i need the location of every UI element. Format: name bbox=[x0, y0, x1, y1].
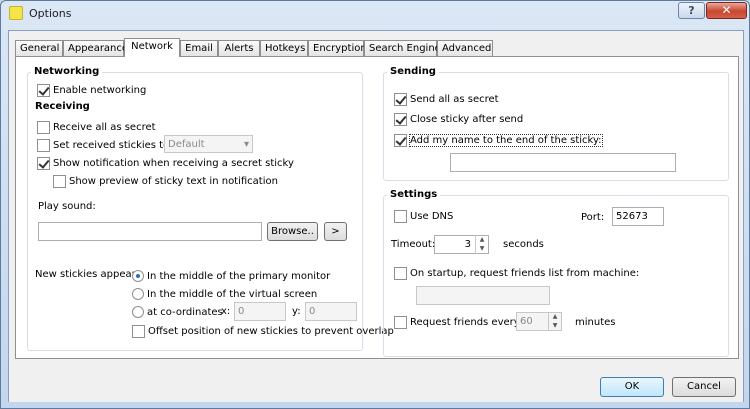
y-coordinate-input[interactable]: 0 bbox=[305, 302, 357, 321]
checkbox-label: Show notification when receiving a secre… bbox=[53, 157, 294, 169]
checkbox-label: Request friends every bbox=[410, 316, 520, 328]
radio-coordinates[interactable]: at co-ordinates bbox=[132, 305, 223, 319]
checkbox-box[interactable] bbox=[37, 83, 50, 97]
received-stickies-select[interactable]: Default ▾ bbox=[164, 135, 253, 153]
request-interval-spinner[interactable]: ▲ ▼ bbox=[548, 312, 561, 331]
checkbox-label: Offset position of new stickies to preve… bbox=[148, 325, 394, 337]
show-preview-checkbox[interactable]: Show preview of sticky text in notificat… bbox=[53, 174, 278, 188]
checkbox-label: Send all as secret bbox=[410, 93, 499, 105]
window-title: Options bbox=[29, 7, 72, 20]
dialog-client: General Appearance Network Email Alerts … bbox=[8, 30, 744, 402]
checkbox-box[interactable] bbox=[37, 138, 50, 152]
timeout-spinner[interactable]: ▲ ▼ bbox=[475, 235, 488, 254]
use-dns-checkbox[interactable]: Use DNS bbox=[394, 209, 453, 223]
tab-alerts[interactable]: Alerts bbox=[218, 40, 260, 56]
settings-group-title: Settings bbox=[387, 189, 441, 201]
checkbox-label: Add my name to the end of the sticky: bbox=[409, 133, 603, 147]
title-bar[interactable]: Options ? ✕ bbox=[1, 1, 749, 27]
radio-button[interactable] bbox=[132, 288, 144, 300]
networking-group-title: Networking bbox=[31, 66, 103, 78]
offset-position-checkbox[interactable]: Offset position of new stickies to preve… bbox=[132, 324, 394, 338]
tab-encryption[interactable]: Encryption bbox=[308, 40, 367, 56]
spin-up-icon[interactable]: ▲ bbox=[476, 235, 488, 244]
tab-advanced[interactable]: Advanced bbox=[437, 40, 493, 56]
tab-search-engines[interactable]: Search Engines bbox=[364, 40, 446, 56]
radio-label: at co-ordinates bbox=[147, 306, 223, 318]
timeout-label: Timeout: bbox=[391, 239, 436, 250]
show-notification-checkbox[interactable]: Show notification when receiving a secre… bbox=[37, 156, 294, 170]
radio-label: In the middle of the virtual screen bbox=[147, 288, 318, 300]
receive-all-secret-checkbox[interactable]: Receive all as secret bbox=[37, 120, 156, 134]
ok-button[interactable]: OK bbox=[600, 377, 664, 397]
set-received-stickies-checkbox[interactable]: Set received stickies to bbox=[37, 138, 169, 152]
request-interval-input[interactable]: 60 ▲ ▼ bbox=[516, 312, 562, 331]
enable-networking-checkbox[interactable]: Enable networking bbox=[37, 83, 146, 97]
request-friends-checkbox[interactable]: Request friends every bbox=[394, 315, 520, 329]
close-button[interactable]: ✕ bbox=[706, 2, 747, 19]
tab-email[interactable]: Email bbox=[180, 40, 218, 56]
checkbox-label: Use DNS bbox=[410, 210, 454, 222]
checkbox-box[interactable] bbox=[394, 133, 407, 147]
radio-button[interactable] bbox=[132, 270, 144, 282]
my-name-input[interactable] bbox=[450, 153, 676, 172]
network-tab-panel: Networking Enable networking Receiving R… bbox=[15, 56, 739, 359]
checkbox-box[interactable] bbox=[394, 266, 407, 280]
tab-network[interactable]: Network bbox=[124, 38, 180, 57]
new-stickies-label: New stickies appear: bbox=[35, 269, 139, 280]
dialog-button-bar: OK Cancel bbox=[9, 364, 743, 402]
checkbox-label: On startup, request friends list from ma… bbox=[410, 267, 640, 279]
machine-input[interactable] bbox=[416, 286, 550, 305]
checkbox-box[interactable] bbox=[37, 120, 50, 134]
tab-appearance[interactable]: Appearance bbox=[63, 40, 128, 56]
port-label: Port: bbox=[581, 212, 605, 223]
play-sound-input[interactable] bbox=[38, 222, 262, 241]
port-input[interactable]: 52673 bbox=[612, 207, 664, 226]
tab-hotkeys[interactable]: Hotkeys bbox=[260, 40, 308, 56]
checkbox-box[interactable] bbox=[394, 92, 407, 106]
radio-virtual-screen[interactable]: In the middle of the virtual screen bbox=[132, 287, 317, 301]
options-window: Options ? ✕ General Appearance Network E… bbox=[0, 0, 750, 409]
y-label: y: bbox=[292, 306, 301, 317]
x-label: x: bbox=[221, 306, 231, 317]
checkbox-label: Close sticky after send bbox=[410, 113, 524, 125]
timeout-input[interactable]: 3 ▲ ▼ bbox=[434, 235, 489, 254]
checkbox-box[interactable] bbox=[394, 209, 407, 223]
sticky-note-icon bbox=[9, 6, 23, 20]
radio-primary-monitor[interactable]: In the middle of the primary monitor bbox=[132, 269, 330, 283]
checkbox-label: Receive all as secret bbox=[53, 121, 156, 133]
tab-general[interactable]: General bbox=[15, 40, 63, 56]
startup-request-checkbox[interactable]: On startup, request friends list from ma… bbox=[394, 266, 639, 280]
radio-label: In the middle of the primary monitor bbox=[147, 270, 331, 282]
checkbox-box[interactable] bbox=[53, 174, 66, 188]
play-sound-button[interactable]: > bbox=[324, 222, 347, 241]
checkbox-box[interactable] bbox=[394, 112, 407, 126]
add-my-name-checkbox[interactable]: Add my name to the end of the sticky: bbox=[394, 133, 603, 147]
checkbox-label: Show preview of sticky text in notificat… bbox=[69, 175, 278, 187]
chevron-down-icon: ▾ bbox=[243, 139, 249, 150]
checkbox-label: Set received stickies to bbox=[53, 139, 170, 151]
spin-up-icon[interactable]: ▲ bbox=[549, 312, 561, 321]
play-sound-label: Play sound: bbox=[38, 201, 96, 212]
x-coordinate-input[interactable]: 0 bbox=[234, 302, 286, 321]
seconds-label: seconds bbox=[503, 239, 544, 250]
send-all-secret-checkbox[interactable]: Send all as secret bbox=[394, 92, 499, 106]
cancel-button[interactable]: Cancel bbox=[672, 377, 736, 397]
request-interval-value: 60 bbox=[520, 316, 533, 327]
close-after-send-checkbox[interactable]: Close sticky after send bbox=[394, 112, 523, 126]
checkbox-box[interactable] bbox=[132, 324, 145, 338]
checkbox-box[interactable] bbox=[37, 156, 50, 170]
sending-group-title: Sending bbox=[387, 66, 439, 78]
select-value: Default bbox=[168, 139, 205, 150]
spin-down-icon[interactable]: ▼ bbox=[549, 321, 561, 330]
minutes-label: minutes bbox=[575, 317, 616, 328]
spin-down-icon[interactable]: ▼ bbox=[476, 244, 488, 253]
receiving-title: Receiving bbox=[35, 101, 90, 113]
radio-button[interactable] bbox=[132, 306, 144, 318]
help-button[interactable]: ? bbox=[678, 2, 705, 19]
checkbox-label: Enable networking bbox=[53, 84, 147, 96]
browse-button[interactable]: Browse.. bbox=[267, 222, 318, 241]
checkbox-box[interactable] bbox=[394, 315, 407, 329]
timeout-value: 3 bbox=[464, 239, 471, 250]
